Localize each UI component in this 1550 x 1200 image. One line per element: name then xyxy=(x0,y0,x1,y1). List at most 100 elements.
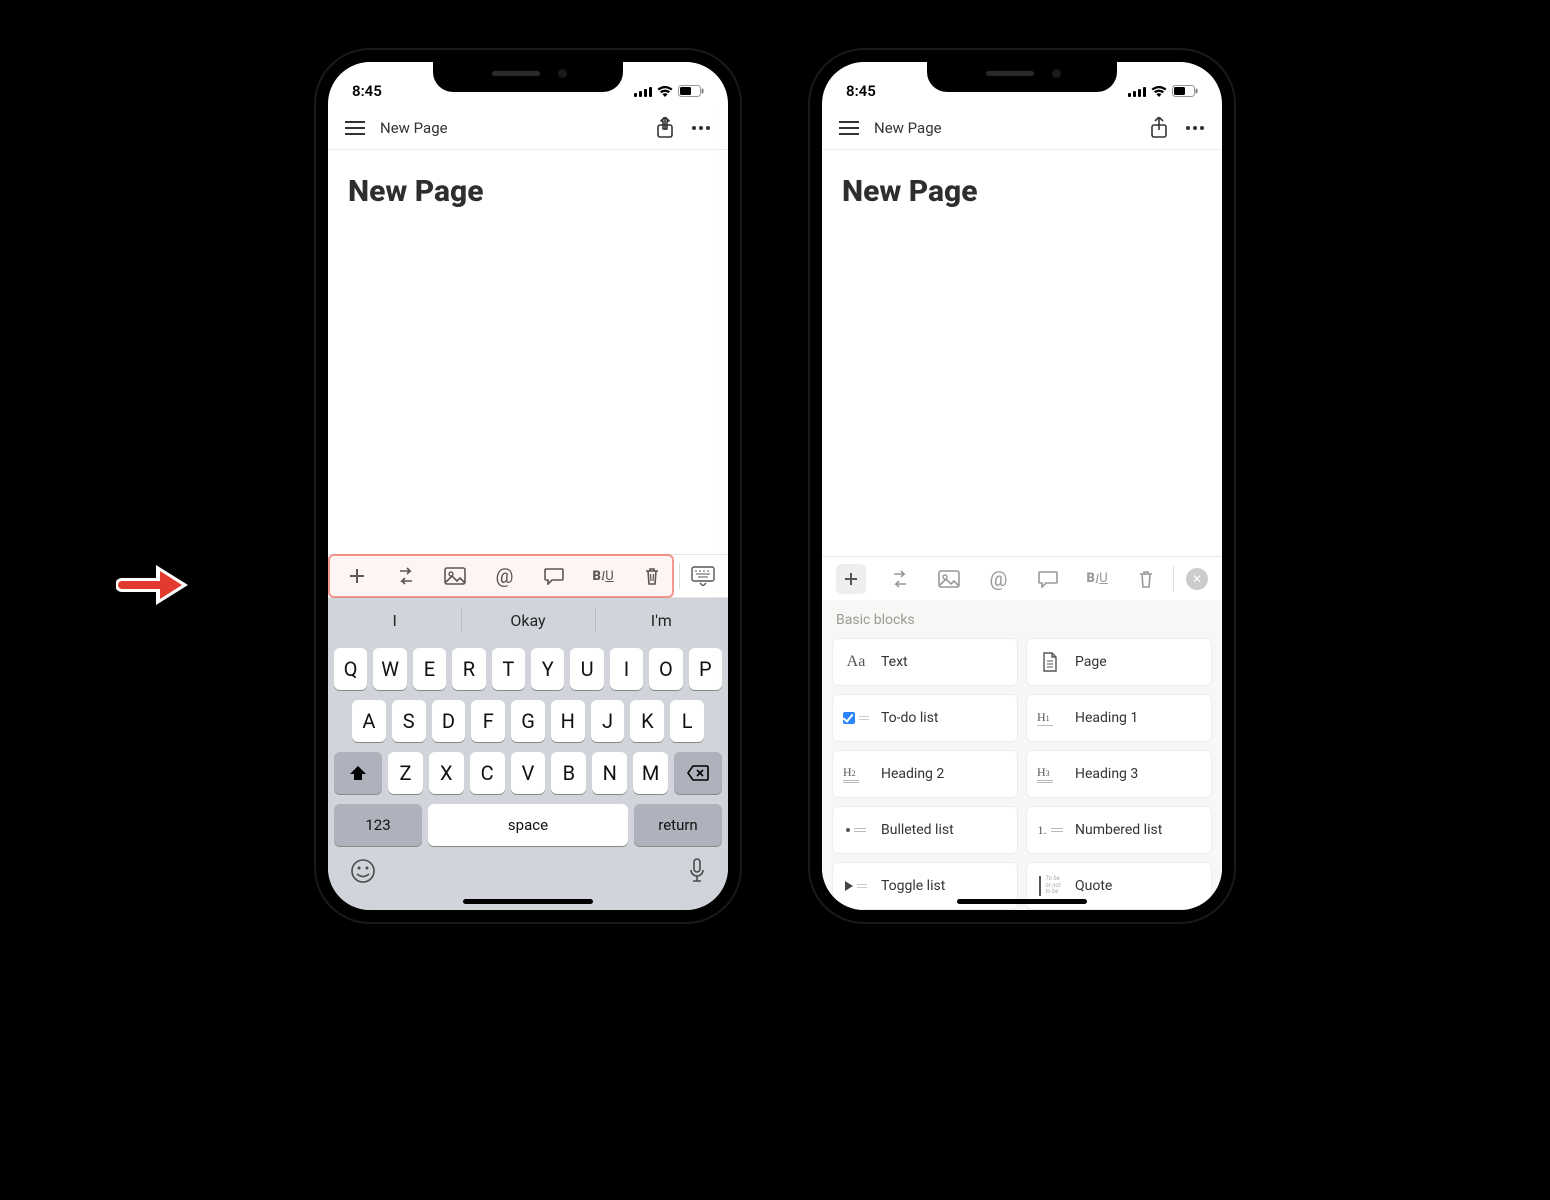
key[interactable]: I xyxy=(610,648,643,690)
wifi-icon xyxy=(657,85,673,97)
page-title[interactable]: New Page xyxy=(328,150,728,233)
more-icon[interactable] xyxy=(690,117,712,139)
block-h1[interactable]: H1 Heading 1 xyxy=(1026,694,1212,742)
block-label: Bulleted list xyxy=(881,822,954,838)
prediction-0[interactable]: I xyxy=(328,598,461,642)
todo-icon xyxy=(843,705,869,731)
page-title[interactable]: New Page xyxy=(822,150,1222,233)
text-style-button[interactable]: BIU xyxy=(578,555,627,597)
key[interactable]: M xyxy=(633,752,668,794)
delete-button[interactable] xyxy=(628,555,677,597)
key[interactable]: K xyxy=(630,700,664,742)
battery-icon xyxy=(1172,85,1198,97)
share-icon[interactable] xyxy=(654,117,676,139)
key[interactable]: Z xyxy=(388,752,423,794)
image-button[interactable] xyxy=(431,555,480,597)
block-bullet[interactable]: Bulleted list xyxy=(832,806,1018,854)
block-todo[interactable]: To-do list xyxy=(832,694,1018,742)
block-label: Numbered list xyxy=(1075,822,1162,838)
key[interactable]: F xyxy=(471,700,505,742)
text-style-button[interactable]: BIU xyxy=(1072,557,1121,600)
signal-icon xyxy=(1128,86,1146,97)
ios-keyboard: I Okay I'm Q W E R T Y U I O P A xyxy=(328,598,728,910)
turn-into-button[interactable] xyxy=(381,555,430,597)
block-label: Heading 3 xyxy=(1075,766,1138,782)
mention-button[interactable]: @ xyxy=(974,557,1023,600)
comment-button[interactable] xyxy=(529,555,578,597)
add-block-button[interactable] xyxy=(826,557,875,600)
prediction-1[interactable]: Okay xyxy=(461,598,594,642)
key[interactable]: T xyxy=(492,648,525,690)
key[interactable]: D xyxy=(432,700,466,742)
delete-button[interactable] xyxy=(1122,557,1171,600)
key-row-1: Q W E R T Y U I O P xyxy=(334,648,722,690)
add-block-button[interactable] xyxy=(332,555,381,597)
heading3-icon: H3 xyxy=(1037,761,1063,787)
block-label: Page xyxy=(1075,654,1107,670)
toolbar-separator xyxy=(679,563,680,589)
key[interactable]: C xyxy=(470,752,505,794)
key[interactable]: Q xyxy=(334,648,367,690)
bullet-icon xyxy=(843,817,869,843)
key[interactable]: W xyxy=(373,648,406,690)
menu-icon[interactable] xyxy=(838,117,860,139)
key[interactable]: E xyxy=(413,648,446,690)
dismiss-keyboard-button[interactable] xyxy=(682,554,724,598)
wifi-icon xyxy=(1151,85,1167,97)
key[interactable]: U xyxy=(570,648,603,690)
key[interactable]: Y xyxy=(531,648,564,690)
status-time: 8:45 xyxy=(846,82,876,100)
comment-button[interactable] xyxy=(1023,557,1072,600)
home-indicator[interactable] xyxy=(957,899,1087,904)
emoji-key[interactable] xyxy=(350,858,376,888)
backspace-key[interactable] xyxy=(674,752,722,794)
mic-key[interactable] xyxy=(688,858,706,888)
notch xyxy=(927,60,1117,92)
block-label: Heading 1 xyxy=(1075,710,1138,726)
block-h3[interactable]: H3 Heading 3 xyxy=(1026,750,1212,798)
block-numbered[interactable]: 1. Numbered list xyxy=(1026,806,1212,854)
key[interactable]: P xyxy=(689,648,722,690)
key[interactable]: B xyxy=(551,752,586,794)
key[interactable]: J xyxy=(591,700,625,742)
key[interactable]: O xyxy=(649,648,682,690)
key-row-bottom: 123 space return xyxy=(334,804,722,846)
more-icon[interactable] xyxy=(1184,117,1206,139)
key[interactable]: G xyxy=(511,700,545,742)
return-key[interactable]: return xyxy=(634,804,722,846)
text-icon: Aa xyxy=(843,649,869,675)
key[interactable]: V xyxy=(511,752,546,794)
editor-toolbar: @ BIU ✕ xyxy=(822,556,1222,600)
block-text[interactable]: Aa Text xyxy=(832,638,1018,686)
block-label: Quote xyxy=(1075,878,1112,894)
space-key[interactable]: space xyxy=(428,804,628,846)
share-icon[interactable] xyxy=(1148,117,1170,139)
image-button[interactable] xyxy=(925,557,974,600)
home-indicator[interactable] xyxy=(463,899,593,904)
block-label: Heading 2 xyxy=(881,766,944,782)
block-page[interactable]: Page xyxy=(1026,638,1212,686)
key[interactable]: X xyxy=(429,752,464,794)
menu-icon[interactable] xyxy=(344,117,366,139)
close-panel-button[interactable]: ✕ xyxy=(1176,557,1218,601)
numbers-key[interactable]: 123 xyxy=(334,804,422,846)
key[interactable]: L xyxy=(670,700,704,742)
turn-into-button[interactable] xyxy=(875,557,924,600)
shift-key[interactable] xyxy=(334,752,382,794)
prediction-2[interactable]: I'm xyxy=(595,598,728,642)
underline-glyph: U xyxy=(605,569,613,584)
key[interactable]: N xyxy=(592,752,627,794)
mention-button[interactable]: @ xyxy=(480,555,529,597)
key[interactable]: A xyxy=(352,700,386,742)
nav-title: New Page xyxy=(380,119,640,137)
key[interactable]: S xyxy=(392,700,426,742)
phone-right: 8:45 New Page New Page @ BIU xyxy=(810,50,1234,922)
key[interactable]: R xyxy=(452,648,485,690)
block-label: Toggle list xyxy=(881,878,945,894)
key-row-2: A S D F G H J K L xyxy=(334,700,722,742)
block-h2[interactable]: H2 Heading 2 xyxy=(832,750,1018,798)
phone-left: 8:45 New Page xyxy=(316,50,740,922)
blocks-panel: Basic blocks Aa Text Page To-do list H1 … xyxy=(822,600,1222,910)
signal-icon xyxy=(634,86,652,97)
key[interactable]: H xyxy=(551,700,585,742)
